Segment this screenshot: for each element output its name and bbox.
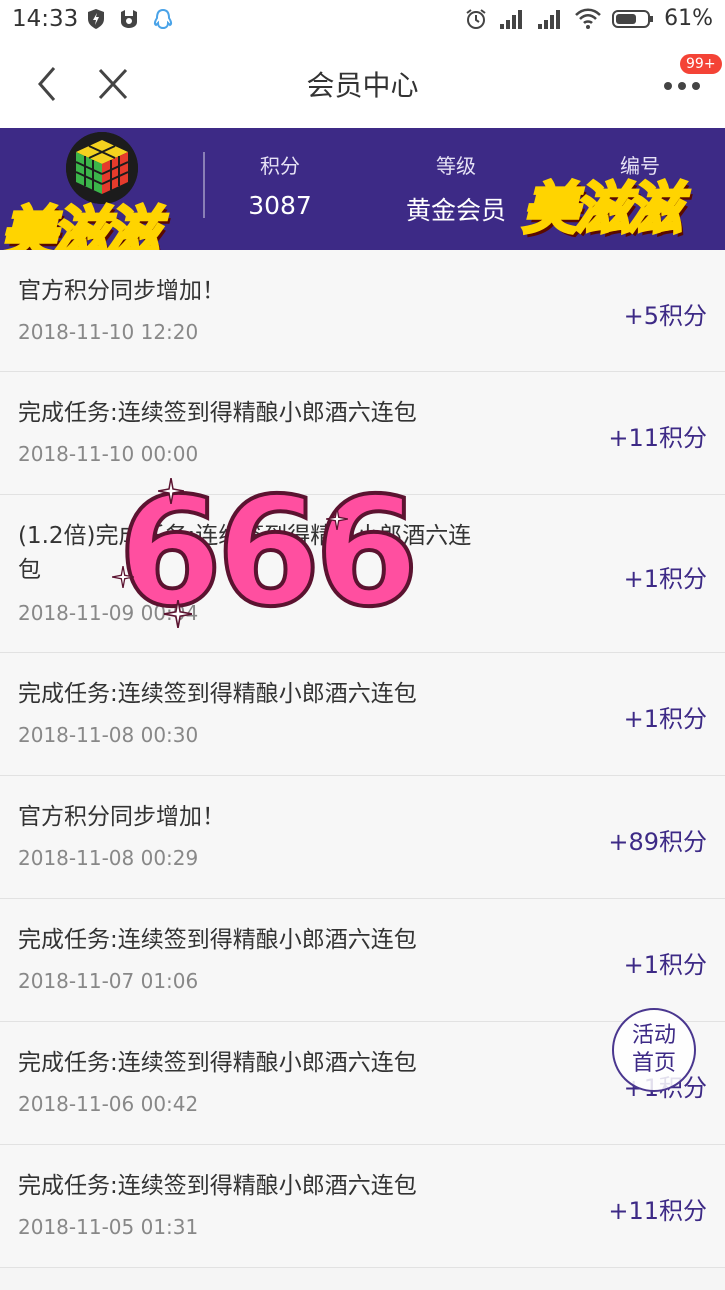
chevron-left-icon — [38, 67, 56, 101]
points-record-list: 官方积分同步增加！ 2018-11-10 12:20 +5积分 完成任务:连续签… — [0, 250, 725, 1268]
record-points: +1积分 — [623, 705, 707, 733]
record-date: 2018-11-10 12:20 — [18, 320, 199, 344]
record-date: 2018-11-10 00:00 — [18, 442, 199, 466]
record-points: +89积分 — [608, 828, 707, 856]
points-stat: 积分 3087 — [232, 150, 328, 220]
signal-icon-2 — [538, 9, 561, 29]
record-date: 2018-11-08 00:30 — [18, 723, 199, 747]
level-value: 黄金会员 — [405, 196, 506, 225]
header-divider — [203, 152, 205, 218]
battery-icon — [612, 9, 654, 28]
record-title: 完成任务:连续签到得精酿小郎酒六连包 — [18, 927, 417, 953]
level-stat: 等级 黄金会员 — [396, 150, 516, 227]
list-item[interactable]: 完成任务:连续签到得精酿小郎酒六连包 2018-11-07 01:06 +1积分 — [0, 899, 725, 1022]
nav-bar: 会员中心 — [0, 40, 725, 128]
points-value: 3087 — [248, 191, 312, 220]
record-points: +1积分 — [623, 951, 707, 979]
sparkle-icon — [158, 478, 184, 504]
status-right-icons: 61% — [464, 6, 713, 31]
list-item[interactable]: 完成任务:连续签到得精酿小郎酒六连包 2018-11-08 00:30 +1积分 — [0, 653, 725, 776]
back-button[interactable] — [30, 62, 66, 106]
record-title: 完成任务:连续签到得精酿小郎酒六连包 — [18, 1173, 417, 1199]
activity-home-line2: 首页 — [631, 1051, 676, 1076]
shield-icon — [88, 9, 104, 29]
activity-home-button[interactable]: 活动 首页 — [612, 1008, 696, 1092]
sparkle-icon — [112, 566, 134, 588]
record-points: +1积分 — [623, 565, 707, 593]
record-title: 官方积分同步增加！ — [18, 804, 225, 830]
close-icon — [98, 68, 128, 100]
alarm-icon — [466, 8, 486, 29]
sticker-right: 美滋滋 — [521, 176, 684, 244]
list-item[interactable]: 官方积分同步增加！ 2018-11-08 00:29 +89积分 — [0, 776, 725, 899]
battery-percent: 61% — [664, 6, 713, 31]
record-points: +5积分 — [623, 302, 707, 330]
level-label: 等级 — [436, 154, 476, 178]
list-item[interactable]: 完成任务:连续签到得精酿小郎酒六连包 2018-11-05 01:31 +11积… — [0, 1145, 725, 1268]
record-title: 官方积分同步增加！ — [18, 278, 225, 304]
wifi-icon — [575, 8, 601, 29]
status-left-icons — [86, 8, 174, 32]
notification-icon — [121, 10, 137, 28]
list-item[interactable]: 官方积分同步增加！ 2018-11-10 12:20 +5积分 — [0, 250, 725, 372]
record-date: 2018-11-07 01:06 — [18, 969, 199, 993]
sparkle-icon — [164, 600, 192, 628]
qq-icon — [153, 8, 173, 30]
record-title: 完成任务:连续签到得精酿小郎酒六连包 — [18, 1050, 417, 1076]
points-label: 积分 — [260, 154, 300, 178]
notification-badge: 99+ — [680, 54, 722, 74]
record-date: 2018-11-06 00:42 — [18, 1092, 199, 1116]
status-bar: 14:33 61% — [0, 0, 725, 40]
status-time: 14:33 — [12, 6, 79, 32]
signal-icon — [500, 9, 523, 29]
activity-home-line1: 活动 — [631, 1023, 676, 1048]
record-points: +11积分 — [608, 424, 707, 452]
record-title: 完成任务:连续签到得精酿小郎酒六连包 — [18, 681, 417, 707]
record-date: 2018-11-08 00:29 — [18, 846, 199, 870]
sparkle-icon — [326, 508, 348, 530]
record-title: 完成任务:连续签到得精酿小郎酒六连包 — [18, 400, 417, 426]
close-button[interactable] — [94, 64, 132, 104]
record-points: +11积分 — [608, 1197, 707, 1225]
record-date: 2018-11-05 01:31 — [18, 1215, 199, 1239]
